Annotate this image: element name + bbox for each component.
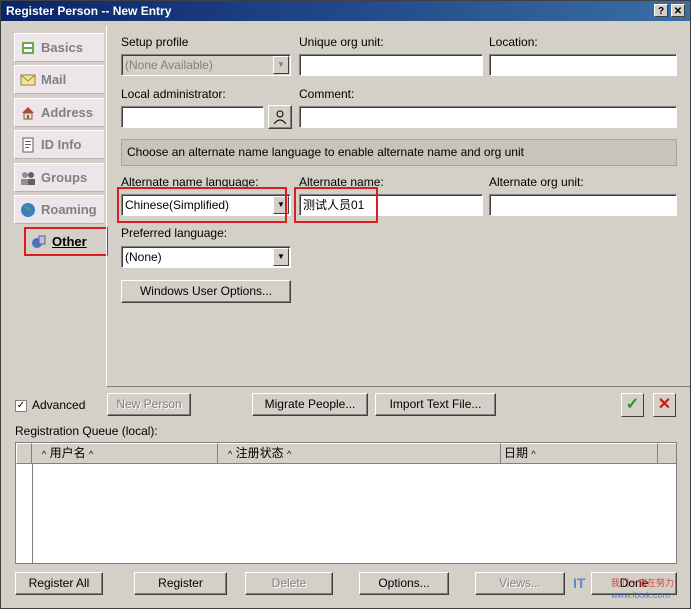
queue-header-username[interactable]: ^ 用户名 ^: [32, 443, 218, 464]
checkmark-icon[interactable]: ✓: [621, 393, 644, 417]
options-button[interactable]: Options...: [359, 572, 449, 595]
local-admin-label: Local administrator:: [121, 87, 226, 101]
watermark-logo: IT: [573, 575, 586, 591]
watermark-url: www.itxxk.com: [611, 590, 671, 600]
new-person-button[interactable]: New Person: [107, 393, 191, 416]
tab-address[interactable]: Address: [14, 98, 104, 127]
registration-queue-table[interactable]: ^ 用户名 ^ ^ 注册状态 ^ 日期 ^: [15, 442, 677, 564]
x-icon[interactable]: ✕: [653, 393, 676, 417]
address-icon: [22, 106, 34, 119]
advanced-checkbox[interactable]: ✓: [15, 400, 27, 412]
comment-input[interactable]: [299, 106, 677, 128]
sort-up-icon: ^: [228, 449, 233, 459]
comment-label: Comment:: [299, 87, 355, 101]
queue-header-selector: [16, 443, 32, 464]
select-admin-button[interactable]: [268, 105, 292, 129]
tab-other[interactable]: Other: [24, 227, 108, 256]
tab-mail[interactable]: Mail: [14, 65, 104, 94]
queue-column-divider: [32, 464, 33, 563]
tab-groups[interactable]: Groups: [14, 163, 104, 192]
sort-up-icon: ^: [88, 449, 94, 459]
setup-profile-label: Setup profile: [121, 35, 189, 49]
alt-name-label: Alternate name:: [299, 175, 384, 189]
sort-up-icon: ^: [42, 449, 47, 459]
other-panel: Setup profile (None Available) ▼ Unique …: [106, 26, 690, 387]
id-info-icon: [22, 137, 34, 152]
chevron-down-icon[interactable]: ▼: [273, 248, 289, 266]
alt-lang-label: Alternate name language:: [121, 175, 259, 189]
alt-lang-select[interactable]: Chinese(Simplified) ▼: [121, 194, 291, 216]
title-bar: Register Person -- New Entry ? ✕: [1, 1, 690, 21]
person-icon: [273, 110, 287, 125]
alt-org-input[interactable]: [489, 194, 677, 216]
setup-profile-select[interactable]: (None Available) ▼: [121, 54, 291, 76]
tab-id-info-label: ID Info: [41, 137, 82, 152]
tab-address-label: Address: [41, 105, 94, 120]
alt-name-input[interactable]: 测试人员01: [299, 194, 483, 216]
basics-icon: [22, 41, 34, 54]
roaming-icon: [21, 202, 35, 217]
sort-up-icon: ^: [531, 449, 536, 459]
other-icon: [32, 235, 46, 248]
tab-groups-label: Groups: [41, 170, 88, 185]
queue-header-date-label: 日期: [504, 446, 529, 460]
register-all-button[interactable]: Register All: [15, 572, 103, 595]
import-text-file-button[interactable]: Import Text File...: [375, 393, 496, 416]
pref-lang-select[interactable]: (None) ▼: [121, 246, 291, 268]
queue-header-spacer: [658, 443, 676, 464]
tab-roaming[interactable]: Roaming: [14, 195, 104, 224]
views-button[interactable]: Views...: [475, 572, 565, 595]
location-input[interactable]: [489, 54, 677, 76]
tab-basics[interactable]: Basics: [14, 33, 104, 62]
advanced-label: Advanced: [32, 398, 86, 412]
chevron-down-icon[interactable]: ▼: [273, 56, 289, 74]
mail-icon: [20, 74, 36, 85]
tab-roaming-label: Roaming: [41, 202, 97, 217]
window-title: Register Person -- New Entry: [6, 4, 172, 18]
close-button[interactable]: ✕: [671, 4, 685, 17]
help-button[interactable]: ?: [654, 4, 668, 17]
unique-org-unit-label: Unique org unit:: [299, 35, 384, 49]
watermark-slogan: 我们一直在努力！: [611, 578, 684, 588]
pref-lang-value: (None): [125, 250, 162, 264]
sort-up-icon: ^: [286, 449, 292, 459]
alt-lang-value: Chinese(Simplified): [125, 198, 230, 212]
groups-icon: [21, 171, 35, 185]
queue-header-date[interactable]: 日期 ^: [501, 443, 658, 464]
queue-header-status-label: 注册状态: [235, 446, 284, 460]
alternate-name-info: Choose an alternate name language to ena…: [121, 139, 677, 166]
register-button[interactable]: Register: [134, 572, 227, 595]
queue-header-status[interactable]: ^ 注册状态 ^: [218, 443, 501, 464]
tab-mail-label: Mail: [41, 72, 67, 87]
location-label: Location:: [489, 35, 538, 49]
alt-org-label: Alternate org unit:: [489, 175, 584, 189]
site-watermark: IT 我们一直在努力！ www.itxxk.com: [571, 573, 689, 606]
windows-user-options-button[interactable]: Windows User Options...: [121, 280, 291, 303]
setup-profile-value: (None Available): [125, 58, 213, 72]
chevron-down-icon[interactable]: ▼: [273, 196, 289, 214]
tab-basics-label: Basics: [41, 40, 83, 55]
pref-lang-label: Preferred language:: [121, 226, 228, 240]
tab-other-label: Other: [52, 234, 87, 249]
local-admin-input[interactable]: [121, 106, 264, 128]
tab-id-info[interactable]: ID Info: [14, 130, 104, 159]
queue-header-username-label: 用户名: [49, 446, 86, 460]
delete-button[interactable]: Delete: [245, 572, 333, 595]
register-person-window: Register Person -- New Entry ? ✕ Basics …: [0, 0, 691, 609]
registration-queue-label: Registration Queue (local):: [15, 424, 158, 438]
sidebar: Basics Mail Address ID Info Groups Roami…: [14, 30, 108, 386]
migrate-people-button[interactable]: Migrate People...: [252, 393, 368, 416]
unique-org-unit-input[interactable]: [299, 54, 483, 76]
